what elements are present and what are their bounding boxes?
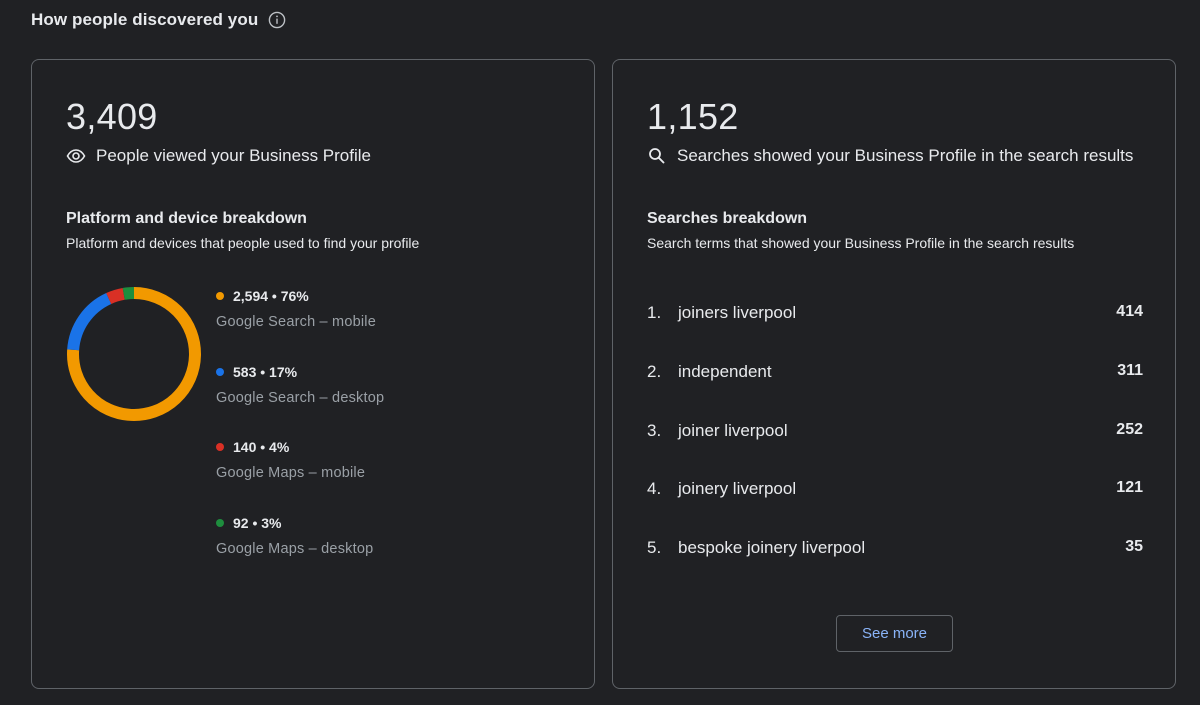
- legend-stat: 583 • 17%: [233, 363, 298, 380]
- section-header: How people discovered you: [31, 10, 286, 30]
- legend-label: Google Maps – mobile: [216, 465, 366, 481]
- legend-dot-search-mobile: [216, 292, 224, 300]
- term-name: independent: [678, 361, 772, 381]
- term-name: joinery liverpool: [678, 479, 797, 499]
- searches-breakdown-subtitle: Search terms that showed your Business P…: [647, 235, 1075, 251]
- profile-views-total: 3,409: [66, 96, 158, 137]
- section-title: How people discovered you: [31, 10, 259, 29]
- searches-total: 1,152: [647, 96, 739, 137]
- list-item: 5. bespoke joinery liverpool 35: [647, 538, 1143, 597]
- legend-dot-maps-desktop: [216, 518, 224, 527]
- term-name: joiners liverpool: [678, 303, 797, 322]
- term-count: 311: [1117, 361, 1143, 379]
- searches-card: 1,152 Searches showed your Business Prof…: [612, 59, 1176, 689]
- legend-stat: 2,594 • 76%: [233, 288, 309, 304]
- info-icon[interactable]: [268, 11, 286, 29]
- term-name: joiner liverpool: [678, 420, 788, 440]
- search-icon: [647, 146, 667, 166]
- term-count: 35: [1125, 538, 1143, 556]
- list-item: 2. independent 311: [647, 362, 1143, 421]
- legend-item: 92 • 3% Google Maps – desktop: [216, 515, 384, 591]
- term-name: bespoke joinery liverpool: [678, 538, 866, 558]
- term-count: 252: [1116, 420, 1143, 438]
- platform-legend: 2,594 • 76% Google Search – mobile 583 •…: [216, 288, 384, 590]
- searches-metric: Searches showed your Business Profile in…: [647, 146, 1133, 166]
- donut-slice-maps-mobile: [106, 287, 125, 305]
- legend-dot-maps-mobile: [216, 443, 224, 451]
- legend-label: Google Maps – desktop: [216, 540, 374, 557]
- list-item: 3. joiner liverpool 252: [647, 421, 1143, 480]
- legend-stat: 92 • 3%: [233, 514, 282, 531]
- searches-label: Searches showed your Business Profile in…: [677, 146, 1134, 165]
- term-count: 414: [1116, 303, 1143, 320]
- platform-donut-chart: [67, 287, 201, 421]
- legend-label: Google Search – mobile: [216, 314, 376, 330]
- discovery-page: How people discovered you 3,409 People v…: [0, 0, 1200, 705]
- legend-item: 2,594 • 76% Google Search – mobile: [216, 288, 384, 364]
- term-index: 4.: [647, 479, 662, 499]
- platform-breakdown-subtitle: Platform and devices that people used to…: [66, 235, 420, 251]
- list-item: 4. joinery liverpool 121: [647, 479, 1143, 538]
- legend-stat: 140 • 4%: [233, 439, 290, 455]
- legend-item: 140 • 4% Google Maps – mobile: [216, 439, 384, 515]
- term-count: 121: [1116, 479, 1143, 497]
- donut-slice-maps-desktop: [122, 287, 135, 300]
- term-index: 2.: [647, 361, 662, 381]
- eye-icon: [66, 146, 86, 166]
- profile-views-metric: People viewed your Business Profile: [66, 146, 371, 166]
- term-index: 5.: [647, 538, 662, 558]
- see-more-button[interactable]: See more: [836, 615, 953, 652]
- term-index: 1.: [647, 303, 662, 322]
- profile-views-label: People viewed your Business Profile: [96, 146, 371, 165]
- list-item: 1. joiners liverpool 414: [647, 303, 1143, 362]
- donut-slice-search-desktop: [67, 293, 112, 351]
- legend-label: Google Search – desktop: [216, 389, 385, 406]
- term-index: 3.: [647, 420, 662, 440]
- search-terms-list: 1. joiners liverpool 414 2. independent …: [647, 303, 1143, 597]
- legend-item: 583 • 17% Google Search – desktop: [216, 364, 384, 440]
- platform-breakdown-title: Platform and device breakdown: [66, 210, 307, 227]
- legend-dot-search-desktop: [216, 367, 224, 376]
- searches-breakdown-title: Searches breakdown: [647, 210, 808, 227]
- profile-views-card: 3,409 People viewed your Business Profil…: [31, 59, 595, 689]
